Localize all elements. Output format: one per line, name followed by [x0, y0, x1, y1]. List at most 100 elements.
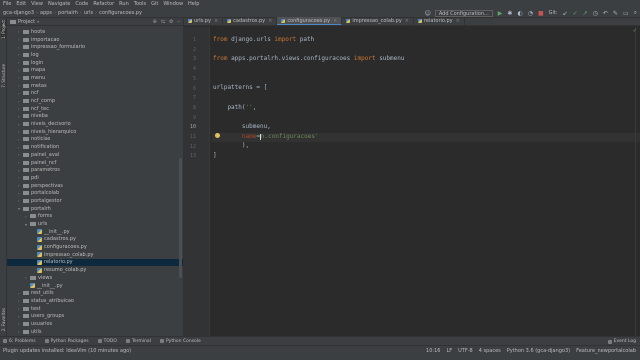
side-tab-project[interactable]: 1: Project [1, 20, 6, 39]
tree-folder[interactable]: › pdi [7, 174, 183, 182]
close-icon[interactable]: × [405, 18, 409, 24]
close-icon[interactable]: × [333, 18, 337, 24]
tree-folder[interactable]: ▾ portalrh [7, 205, 183, 213]
menu-refactor[interactable]: Refactor [93, 1, 114, 7]
gear-icon[interactable]: ⚙ [169, 19, 173, 25]
chevron-down-icon[interactable]: ▾ [37, 19, 39, 24]
editor-tab[interactable]: urls.py × [184, 17, 224, 25]
tree-file[interactable]: resumo_colab.py [7, 266, 183, 274]
menu-run[interactable]: Run [119, 1, 129, 7]
lightbulb-icon[interactable] [215, 133, 220, 138]
tree-folder[interactable]: › ncf [7, 90, 183, 98]
tree-folder[interactable]: › log [7, 51, 183, 59]
menu-view[interactable]: View [31, 1, 43, 7]
line-separator[interactable]: LF [446, 348, 452, 354]
tree-folder[interactable]: › niveba [7, 113, 183, 121]
tree-folder[interactable]: › test [7, 305, 183, 313]
caret-position[interactable]: 10:16 [426, 348, 440, 354]
tree-folder[interactable]: › status_atribuicao [7, 297, 183, 305]
breadcrumb-portalrh[interactable]: portalrh [58, 10, 78, 16]
breadcrumb-project[interactable]: gca-django3 [3, 10, 34, 16]
tree-folder[interactable]: › metas [7, 82, 183, 90]
tool-python-packages[interactable]: Python Packages [44, 339, 89, 344]
user-icon[interactable]: ☺ [425, 10, 431, 17]
tree-file[interactable]: __init__.py [7, 282, 183, 290]
menu-help[interactable]: Help [188, 1, 199, 7]
status-message[interactable]: Plugin updates installed: IdeaVim (10 mi… [3, 348, 131, 354]
tree-folder[interactable]: › niveis_decisorio [7, 120, 183, 128]
tree-folder[interactable]: › impressao_formulario [7, 43, 183, 51]
tree-folder[interactable]: › forms [7, 213, 183, 221]
tree-folder[interactable]: › niveis_hierarquico [7, 128, 183, 136]
tool-terminal[interactable]: Terminal [125, 339, 151, 344]
window-icon[interactable]: ▭ [623, 10, 629, 17]
tree-folder[interactable]: › parametros [7, 166, 183, 174]
menu-code[interactable]: Code [75, 1, 88, 7]
tree-folder[interactable]: › hoote [7, 28, 183, 36]
editor-tab[interactable]: impressao_colab.py × [342, 17, 414, 25]
editor-tab[interactable]: relatorio.py × [414, 17, 465, 25]
code-area[interactable]: ✓ from django.urls import path from apps… [212, 27, 640, 336]
tree-folder[interactable]: › usuarios [7, 320, 183, 328]
project-panel-title[interactable]: Project [18, 19, 35, 25]
tree-file[interactable]: __init__.py [7, 228, 183, 236]
tree-folder[interactable]: › noticias [7, 136, 183, 144]
tree-folder[interactable]: › ncf_comp [7, 97, 183, 105]
coverage-icon[interactable]: ◐ [517, 10, 522, 17]
debug-icon[interactable]: ✱ [507, 10, 512, 17]
git-commit-icon[interactable]: ✓ [573, 10, 578, 17]
tree-folder[interactable]: › mapa [7, 66, 183, 74]
tool-python-console[interactable]: Python Console [159, 339, 201, 344]
tree-folder[interactable]: › importacao [7, 36, 183, 44]
close-icon[interactable]: × [456, 18, 460, 24]
tree-folder[interactable]: ▾ urls [7, 220, 183, 228]
editor-tab[interactable]: configuracoes.py × [277, 17, 343, 25]
tree-folder[interactable]: › menu [7, 74, 183, 82]
menu-edit[interactable]: Edit [16, 1, 26, 7]
menu-window[interactable]: Window [163, 1, 183, 7]
history-icon[interactable]: ◷ [593, 10, 598, 17]
tree-folder[interactable]: › login [7, 59, 183, 67]
close-icon[interactable]: × [214, 18, 218, 24]
tree-folder[interactable]: › portalgestor [7, 197, 183, 205]
git-push-icon[interactable]: ↗ [583, 10, 588, 17]
breadcrumb-apps[interactable]: apps [40, 10, 52, 16]
profile-icon[interactable]: ◔ [528, 10, 533, 17]
tree-file[interactable]: configuracoes.py [7, 243, 183, 251]
tree-folder[interactable]: › ncf_tec [7, 105, 183, 113]
project-scrollbar[interactable] [179, 158, 182, 278]
tree-folder[interactable]: › rest_utils [7, 289, 183, 297]
tree-folder[interactable]: › notification [7, 143, 183, 151]
tree-folder[interactable]: › views [7, 274, 183, 282]
tree-file[interactable]: impressao_colab.py [7, 251, 183, 259]
wrench-icon[interactable]: ✎ [613, 10, 618, 17]
editor-tab[interactable]: cadastros.py × [223, 17, 278, 25]
tree-folder[interactable]: › portalcolab [7, 189, 183, 197]
menu-tools[interactable]: Tools [134, 1, 146, 7]
breadcrumb-urls[interactable]: urls [84, 10, 93, 16]
tree-file[interactable]: cadastros.py [7, 236, 183, 244]
menu-file[interactable]: File [3, 1, 11, 7]
python-interpreter[interactable]: Python 3.6 (gca-django3) [507, 348, 570, 354]
minimize-icon[interactable]: – [178, 19, 181, 25]
tree-folder[interactable]: › painel_ncf [7, 159, 183, 167]
git-update-icon[interactable]: ↙ [563, 10, 568, 17]
tree-folder[interactable]: › perspectivas [7, 182, 183, 190]
side-tab-favorites[interactable]: 2: Favorites [1, 308, 6, 331]
file-encoding[interactable]: UTF-8 [458, 348, 473, 354]
globe-icon[interactable]: ⊕ [153, 19, 157, 25]
git-branch[interactable]: Feature_newportalcolab [576, 348, 636, 354]
collapse-icon[interactable]: ⇆ [161, 19, 165, 25]
tool-todo[interactable]: TODO [97, 339, 117, 344]
tool-problems[interactable]: 6: Problems [3, 339, 36, 344]
add-configuration-button[interactable]: Add Configuration... [434, 9, 493, 17]
indent-setting[interactable]: 4 spaces [479, 348, 501, 354]
revert-icon[interactable]: ↶ [603, 10, 608, 17]
tree-folder[interactable]: › painel_aval [7, 151, 183, 159]
breadcrumb-file[interactable]: configuracoes.py [99, 10, 142, 16]
tree-file[interactable]: relatorio.py [7, 258, 183, 267]
tree-folder[interactable]: › users_groups [7, 312, 183, 320]
side-tab-structure[interactable]: 7: Structure [1, 64, 6, 88]
search-icon[interactable]: ⌕ [634, 9, 637, 17]
tree-folder[interactable]: › utils [7, 328, 183, 336]
